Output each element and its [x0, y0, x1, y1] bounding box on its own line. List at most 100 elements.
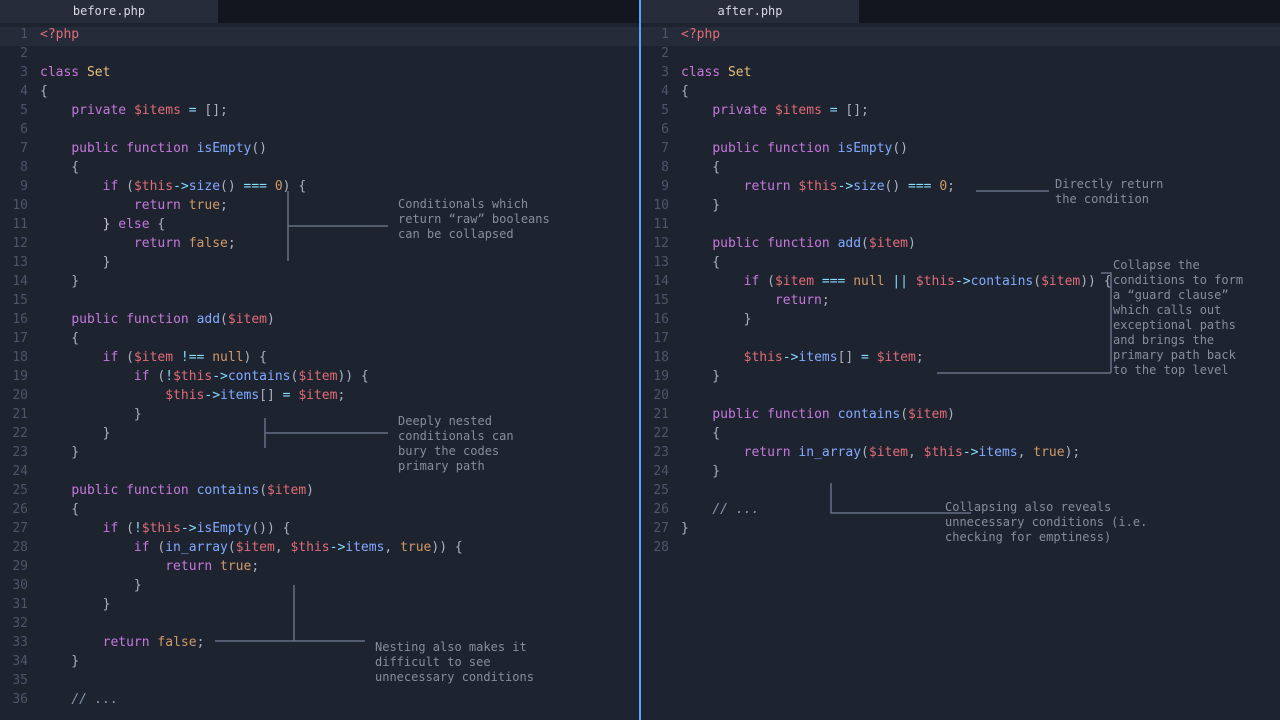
line-number: 28: [641, 540, 681, 559]
line-number: 13: [0, 255, 40, 274]
code-line: 33 return false;: [0, 635, 639, 654]
code-content: <?php: [681, 27, 1280, 46]
code-content: class Set: [681, 65, 1280, 84]
code-line: 15: [0, 293, 639, 312]
code-line: 28: [641, 540, 1280, 559]
code-line: 3class Set: [0, 65, 639, 84]
line-number: 19: [0, 369, 40, 388]
code-content: {: [681, 84, 1280, 103]
line-number: 27: [0, 521, 40, 540]
line-number: 5: [0, 103, 40, 122]
code-line: 21 public function contains($item): [641, 407, 1280, 426]
code-content: [681, 122, 1280, 141]
code-line: 16 }: [641, 312, 1280, 331]
left-editor[interactable]: 1<?php23class Set4{5 private $items = []…: [0, 23, 639, 720]
code-content: if (in_array($item, $this->items, true))…: [40, 540, 639, 559]
code-line: 5 private $items = [];: [0, 103, 639, 122]
line-number: 1: [641, 27, 681, 46]
line-number: 7: [0, 141, 40, 160]
code-line: 34 }: [0, 654, 639, 673]
code-line: 12 public function add($item): [641, 236, 1280, 255]
line-number: 6: [0, 122, 40, 141]
line-number: 10: [0, 198, 40, 217]
code-content: return $this->size() === 0;: [681, 179, 1280, 198]
code-line: 24: [0, 464, 639, 483]
line-number: 17: [641, 331, 681, 350]
code-content: [40, 673, 639, 692]
line-number: 36: [0, 692, 40, 711]
code-content: [681, 217, 1280, 236]
code-content: public function add($item): [681, 236, 1280, 255]
code-line: 24 }: [641, 464, 1280, 483]
code-content: {: [681, 255, 1280, 274]
code-content: <?php: [40, 27, 639, 46]
right-tab[interactable]: after.php: [641, 0, 859, 23]
left-tabbar: before.php: [0, 0, 639, 23]
line-number: 19: [641, 369, 681, 388]
line-number: 15: [641, 293, 681, 312]
line-number: 20: [641, 388, 681, 407]
line-number: 32: [0, 616, 40, 635]
code-line: 9 return $this->size() === 0;: [641, 179, 1280, 198]
code-line: 27}: [641, 521, 1280, 540]
line-number: 21: [0, 407, 40, 426]
right-editor[interactable]: 1<?php23class Set4{5 private $items = []…: [641, 23, 1280, 720]
code-content: public function isEmpty(): [40, 141, 639, 160]
code-content: [40, 46, 639, 65]
line-number: 22: [641, 426, 681, 445]
code-content: {: [681, 426, 1280, 445]
line-number: 8: [0, 160, 40, 179]
line-number: 4: [0, 84, 40, 103]
code-line: 7 public function isEmpty(): [0, 141, 639, 160]
code-line: 14 }: [0, 274, 639, 293]
code-line: 5 private $items = [];: [641, 103, 1280, 122]
code-line: 4{: [0, 84, 639, 103]
code-content: }: [681, 369, 1280, 388]
code-content: [681, 46, 1280, 65]
code-content: // ...: [40, 692, 639, 711]
line-number: 18: [641, 350, 681, 369]
code-content: public function contains($item): [40, 483, 639, 502]
line-number: 11: [0, 217, 40, 236]
line-number: 7: [641, 141, 681, 160]
code-content: return in_array($item, $this->items, tru…: [681, 445, 1280, 464]
line-number: 9: [0, 179, 40, 198]
code-line: 12 return false;: [0, 236, 639, 255]
code-content: if (!$this->isEmpty()) {: [40, 521, 639, 540]
code-line: 23 }: [0, 445, 639, 464]
line-number: 27: [641, 521, 681, 540]
line-number: 8: [641, 160, 681, 179]
line-number: 11: [641, 217, 681, 236]
code-content: return true;: [40, 559, 639, 578]
code-line: 17: [641, 331, 1280, 350]
line-number: 6: [641, 122, 681, 141]
line-number: 24: [641, 464, 681, 483]
code-line: 30 }: [0, 578, 639, 597]
line-number: 3: [641, 65, 681, 84]
right-pane: after.php 1<?php23class Set4{5 private $…: [641, 0, 1280, 720]
code-content: return false;: [40, 635, 639, 654]
line-number: 5: [641, 103, 681, 122]
line-number: 21: [641, 407, 681, 426]
code-line: 7 public function isEmpty(): [641, 141, 1280, 160]
code-content: return true;: [40, 198, 639, 217]
line-number: 14: [641, 274, 681, 293]
code-content: [40, 293, 639, 312]
code-line: 29 return true;: [0, 559, 639, 578]
line-number: 3: [0, 65, 40, 84]
code-content: return false;: [40, 236, 639, 255]
left-tab[interactable]: before.php: [0, 0, 218, 23]
line-number: 26: [641, 502, 681, 521]
line-number: 31: [0, 597, 40, 616]
line-number: 18: [0, 350, 40, 369]
line-number: 23: [0, 445, 40, 464]
line-number: 12: [0, 236, 40, 255]
code-line: 11: [641, 217, 1280, 236]
code-content: }: [681, 198, 1280, 217]
line-number: 2: [0, 46, 40, 65]
code-line: 20: [641, 388, 1280, 407]
code-line: 32: [0, 616, 639, 635]
code-line: 23 return in_array($item, $this->items, …: [641, 445, 1280, 464]
code-line: 6: [0, 122, 639, 141]
code-line: 19 if (!$this->contains($item)) {: [0, 369, 639, 388]
